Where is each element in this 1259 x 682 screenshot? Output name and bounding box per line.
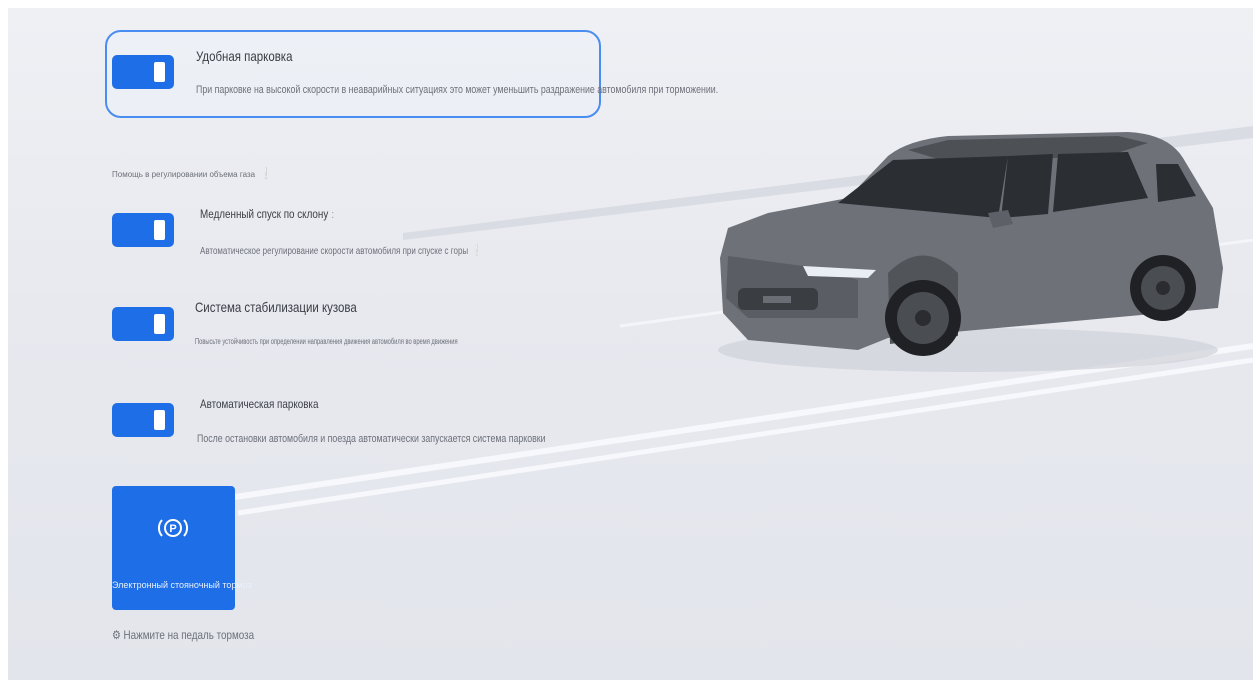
hill-descent-description-text: Автоматическое регулирование скорости ав… <box>200 246 469 257</box>
car-image <box>718 132 1223 372</box>
settings-screen: Удобная парковка При парковке на высокой… <box>8 8 1253 680</box>
info-icon[interactable]: ❕ <box>471 244 482 257</box>
body-stability-title: Система стабилизации кузова <box>195 299 357 315</box>
toggle-knob <box>154 62 165 82</box>
hill-descent-description: Автоматическое регулирование скорости ав… <box>200 244 482 257</box>
hill-descent-title-text: Медленный спуск по склону <box>200 207 329 221</box>
parking-brake-icon: P <box>158 519 188 537</box>
section-label-text: Помощь в регулировании объема газа <box>112 170 256 179</box>
convenient-parking-toggle[interactable] <box>112 55 174 89</box>
brake-hint-text: Нажмите на педаль тормоза <box>123 628 255 642</box>
electronic-parking-brake-button[interactable]: P Электронный стояночный тормоз <box>112 486 252 610</box>
svg-text:P: P <box>169 523 176 535</box>
convenient-parking-card[interactable] <box>105 30 601 118</box>
info-icon[interactable]: : <box>332 209 335 221</box>
body-stability-toggle[interactable] <box>112 307 174 341</box>
toggle-knob <box>154 220 165 240</box>
hill-descent-title: Медленный спуск по склону: <box>200 207 334 221</box>
convenient-parking-description: При парковке на высокой скорости в неава… <box>196 84 719 96</box>
toggle-knob <box>154 314 165 334</box>
brake-hint: ⚙ Нажмите на педаль тормоза <box>112 628 254 642</box>
body-stability-description: Повысьте устойчивость при определении на… <box>195 337 458 346</box>
electronic-parking-brake-label: Электронный стояночный тормоз <box>112 580 252 590</box>
section-label: Помощь в регулировании объема газа ❕ <box>112 167 273 180</box>
toggle-knob <box>154 410 165 430</box>
auto-parking-title: Автоматическая парковка <box>200 397 319 411</box>
brake-pedal-icon: ⚙ <box>112 628 124 642</box>
info-icon[interactable]: ❕ <box>259 167 273 180</box>
convenient-parking-title: Удобная парковка <box>196 48 293 64</box>
auto-parking-toggle[interactable] <box>112 403 174 437</box>
hill-descent-toggle[interactable] <box>112 213 174 247</box>
auto-parking-description: После остановки автомобиля и поезда авто… <box>197 433 546 445</box>
